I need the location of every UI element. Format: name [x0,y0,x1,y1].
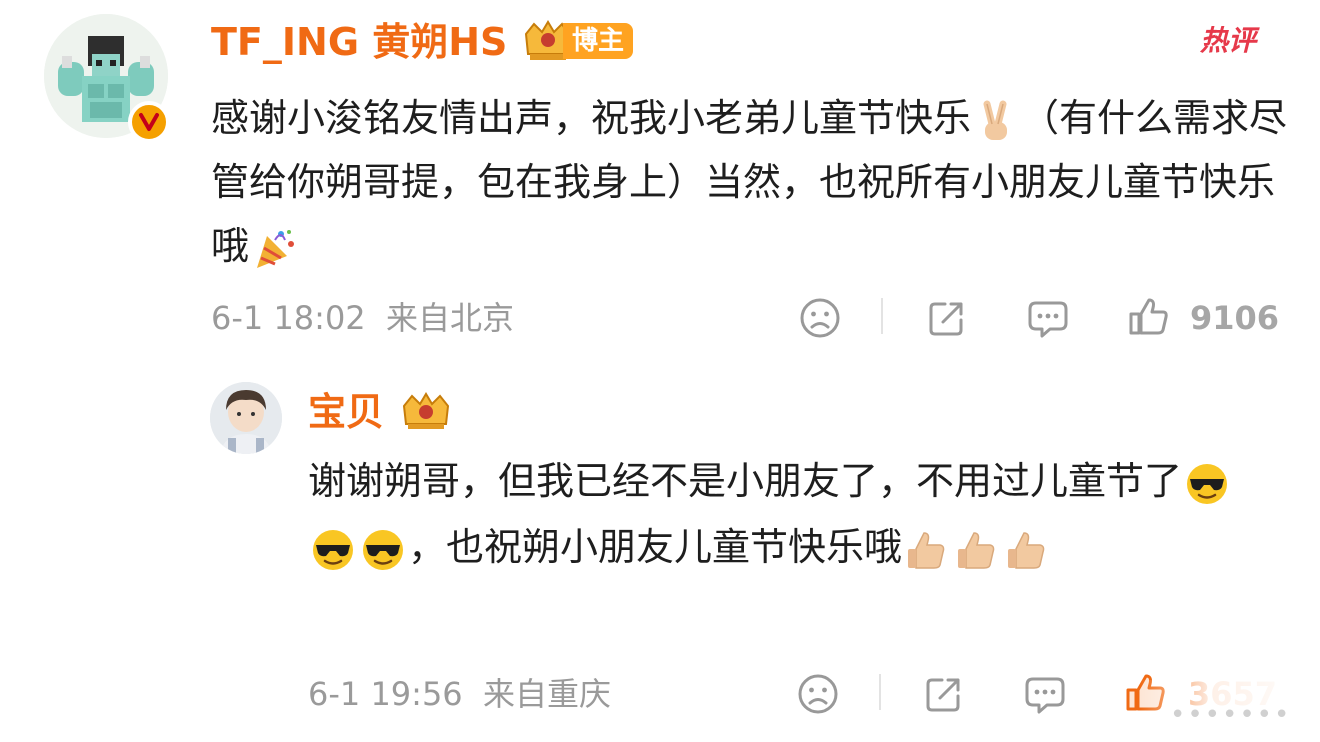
thumbs-up-emoji-icon [954,527,1000,573]
action-divider [879,674,881,710]
comment-text-part1: 感谢小浚铭友情出声，祝我小老弟儿童节快乐 [211,96,972,140]
sad-face-icon[interactable] [798,296,842,340]
party-popper-emoji-icon [251,226,297,272]
fan-crown-icon [402,392,450,429]
share-icon[interactable] [922,672,966,716]
thumbs-up-icon[interactable] [1127,294,1171,338]
reply-text-part2: ，也祝朔小朋友儿童节快乐哦 [408,525,903,569]
action-divider [881,298,883,334]
sad-face-icon[interactable] [796,672,840,716]
reply-time: 6-1 19:56 [308,675,463,713]
verified-badge-icon [128,101,170,143]
sunglasses-emoji-icon [360,527,406,573]
sunglasses-emoji-icon [310,527,356,573]
reply-meta: 6-1 19:56 来自重庆 [308,674,611,714]
replier-avatar[interactable] [210,382,282,454]
comment-text: 感谢小浚铭友情出声，祝我小老弟儿童节快乐 （有什么需求尽管给你朔哥提，包在我身上）… [211,86,1296,278]
comment-location: 来自北京 [386,299,515,337]
comment-icon[interactable] [1026,296,1070,340]
share-icon[interactable] [925,296,969,340]
like-count: 9106 [1190,299,1280,337]
victory-hand-emoji-icon [973,98,1019,144]
thumbs-up-emoji-icon [904,527,950,573]
sunglasses-emoji-icon [1184,461,1230,507]
blogger-badge: 博主 [563,23,633,59]
commenter-name[interactable]: TF_ING 黄朔HS [211,18,507,66]
comment-time: 6-1 18:02 [211,299,366,337]
reply-text-part1: 谢谢朔哥，但我已经不是小朋友了，不用过儿童节了 [308,459,1183,503]
boy-portrait-avatar-image [210,382,282,454]
watermark: ••••••• [1170,700,1292,730]
hot-comment-tag: 热评 [1200,24,1257,57]
reply-text: 谢谢朔哥，但我已经不是小朋友了，不用过儿童节了 ，也祝朔小朋友儿童节快乐哦 [308,448,1268,580]
comment-icon[interactable] [1023,672,1067,716]
replier-name[interactable]: 宝贝 [308,388,384,436]
reply-location: 来自重庆 [483,675,612,713]
comment-meta: 6-1 18:02 来自北京 [211,298,514,338]
thumbs-up-emoji-icon [1004,527,1050,573]
